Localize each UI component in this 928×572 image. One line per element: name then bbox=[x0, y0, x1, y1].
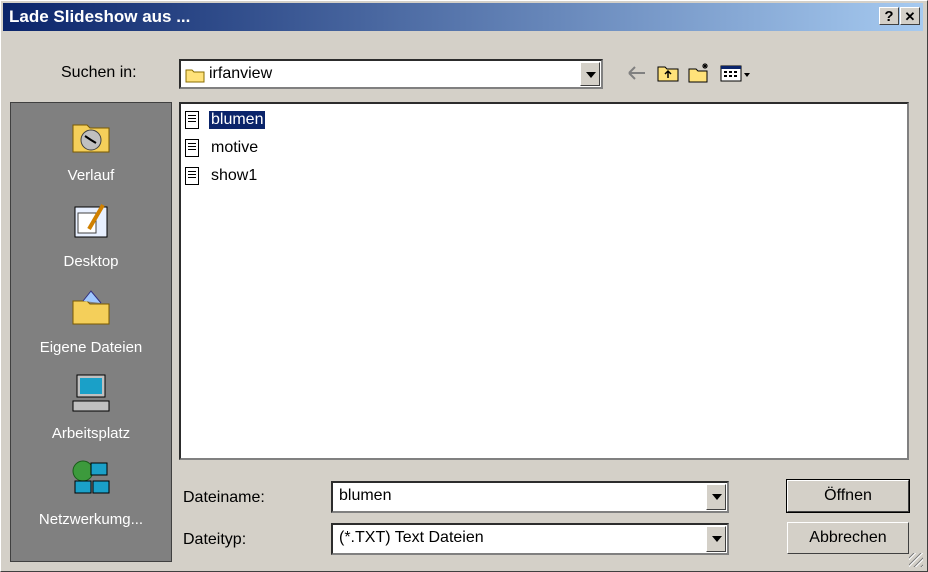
resize-grip[interactable] bbox=[909, 553, 923, 567]
history-icon bbox=[72, 124, 110, 153]
place-desktop[interactable]: Desktop bbox=[11, 193, 171, 275]
my-documents-icon bbox=[72, 290, 110, 325]
filename-label: Dateiname: bbox=[183, 489, 265, 506]
help-button[interactable]: ? bbox=[879, 7, 899, 25]
view-menu-icon[interactable] bbox=[719, 61, 753, 85]
text-file-icon bbox=[185, 111, 199, 129]
my-computer-icon bbox=[72, 374, 110, 412]
folder-icon bbox=[185, 69, 205, 83]
new-folder-icon[interactable] bbox=[687, 61, 711, 85]
text-file-icon bbox=[185, 167, 199, 185]
cancel-button[interactable]: Abbrechen bbox=[787, 522, 909, 554]
desktop-icon bbox=[74, 203, 108, 238]
place-network[interactable]: Netzwerkumg... bbox=[11, 451, 171, 533]
chevron-down-icon[interactable] bbox=[580, 62, 600, 86]
filetype-value: (*.TXT) Text Dateien bbox=[339, 529, 484, 546]
place-my-computer[interactable]: Arbeitsplatz bbox=[11, 365, 171, 447]
open-dialog: Lade Slideshow aus ... ? ✕ Suchen in: ir… bbox=[0, 0, 928, 572]
chevron-down-icon[interactable] bbox=[706, 526, 726, 552]
back-arrow-icon[interactable] bbox=[625, 61, 649, 85]
open-button[interactable]: Öffnen bbox=[786, 479, 910, 513]
look-in-value: irfanview bbox=[209, 65, 273, 82]
title-bar[interactable]: Lade Slideshow aus ... ? ✕ bbox=[3, 3, 923, 31]
place-label: Verlauf bbox=[67, 167, 115, 184]
file-name: motive bbox=[211, 139, 259, 156]
chevron-down-icon[interactable] bbox=[706, 484, 726, 510]
place-history[interactable]: Verlauf bbox=[11, 107, 171, 189]
close-button[interactable]: ✕ bbox=[900, 7, 920, 25]
file-list[interactable]: blumen motive show1 bbox=[179, 102, 909, 460]
look-in-dropdown[interactable]: irfanview bbox=[179, 59, 603, 89]
filename-input[interactable]: blumen bbox=[331, 481, 729, 513]
places-bar: Verlauf Desktop Eigene Dateien Arbeitspl… bbox=[10, 102, 172, 562]
window-title: Lade Slideshow aus ... bbox=[9, 7, 191, 26]
place-label: Netzwerkumg... bbox=[38, 511, 144, 528]
place-my-documents[interactable]: Eigene Dateien bbox=[11, 279, 171, 361]
place-label: Eigene Dateien bbox=[39, 339, 143, 356]
place-label: Desktop bbox=[63, 253, 119, 270]
file-name: show1 bbox=[211, 167, 258, 184]
place-label: Arbeitsplatz bbox=[51, 425, 131, 442]
filetype-select[interactable]: (*.TXT) Text Dateien bbox=[331, 523, 729, 555]
filename-value: blumen bbox=[339, 487, 392, 504]
up-folder-icon[interactable] bbox=[656, 61, 680, 85]
network-icon bbox=[72, 460, 110, 494]
look-in-label: Suchen in: bbox=[61, 64, 137, 81]
text-file-icon bbox=[185, 139, 199, 157]
filetype-label: Dateityp: bbox=[183, 531, 247, 548]
file-name: blumen bbox=[207, 110, 267, 130]
